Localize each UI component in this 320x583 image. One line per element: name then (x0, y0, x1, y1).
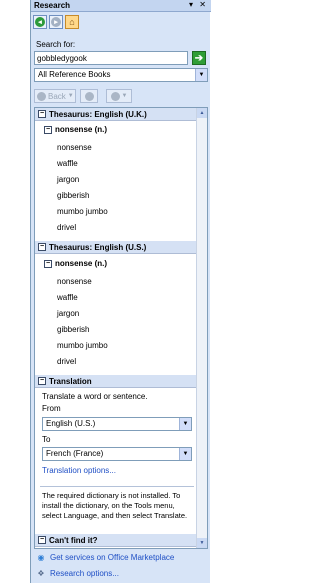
dictionary-not-installed-note: The required dictionary is not installed… (42, 491, 188, 520)
results-toolbar: Back ▼ ▼ (34, 88, 132, 104)
chevron-down-icon: ▼ (179, 418, 191, 430)
results-back-button[interactable]: Back ▼ (34, 89, 76, 103)
back-arrow-icon: ◂ (35, 17, 45, 27)
cant-find-title: Can't find it? (49, 535, 98, 545)
synonym-item[interactable]: drivel (57, 223, 76, 232)
collapse-icon[interactable]: − (38, 110, 46, 118)
search-label: Search for: (36, 40, 76, 49)
synonym-item[interactable]: jargon (57, 175, 79, 184)
to-label: To (42, 435, 51, 444)
scroll-down-icon[interactable]: ▼ (197, 538, 207, 548)
synonym-item[interactable]: waffle (57, 159, 78, 168)
home-icon: ⌂ (69, 17, 75, 27)
thesaurus-us-headword[interactable]: − nonsense (n.) (44, 259, 107, 268)
research-pane: Research ▾ ✕ ◂ ▸ ⌂ Search for: ➔ All Ref… (30, 0, 211, 583)
synonym-item[interactable]: mumbo jumbo (57, 207, 108, 216)
thesaurus-us-header[interactable]: − Thesaurus: English (U.S.) (35, 241, 197, 254)
research-options-row[interactable]: ❖ Research options... (36, 568, 119, 578)
from-label: From (42, 404, 61, 413)
translate-from-select[interactable]: English (U.S.) ▼ (42, 417, 192, 431)
back-arrow-icon (37, 91, 46, 101)
start-searching-button[interactable]: ➔ (192, 51, 206, 65)
pane-title: Research (34, 1, 71, 10)
translation-title: Translation (49, 376, 92, 386)
go-arrow-icon: ➔ (194, 52, 204, 64)
results-panel: − Thesaurus: English (U.K.) − nonsense (… (34, 107, 208, 549)
translation-header[interactable]: − Translation (35, 375, 197, 388)
pane-menu-close-icons[interactable]: ▾ ✕ (189, 0, 208, 9)
thesaurus-uk-headword[interactable]: − nonsense (n.) (44, 125, 107, 134)
translate-to-value: French (France) (46, 449, 104, 458)
research-options-link[interactable]: Research options... (50, 569, 119, 578)
expand-icon[interactable]: − (38, 536, 46, 544)
synonym-item[interactable]: waffle (57, 293, 78, 302)
synonym-item[interactable]: gibberish (57, 325, 89, 334)
divider (40, 486, 194, 487)
collapse-icon[interactable]: − (38, 377, 46, 385)
synonym-item[interactable]: gibberish (57, 191, 89, 200)
synonym-item[interactable]: jargon (57, 309, 79, 318)
marketplace-link-row[interactable]: ◉ Get services on Office Marketplace (36, 552, 175, 562)
nav-forward-button[interactable]: ▸ (49, 15, 63, 29)
forward-arrow-icon (84, 91, 94, 101)
reference-source-value: All Reference Books (38, 70, 111, 79)
collapse-icon[interactable]: − (44, 125, 52, 134)
chevron-down-icon: ▼ (67, 93, 74, 99)
translate-to-select[interactable]: French (France) ▼ (42, 447, 192, 461)
collapse-icon[interactable]: − (44, 259, 52, 268)
translate-from-value: English (U.S.) (46, 419, 96, 428)
thesaurus-uk-header[interactable]: − Thesaurus: English (U.K.) (35, 108, 197, 121)
thesaurus-uk-title: Thesaurus: English (U.K.) (49, 109, 147, 119)
synonym-item[interactable]: mumbo jumbo (57, 341, 108, 350)
search-input[interactable] (34, 51, 188, 65)
forward-arrow-icon: ▸ (51, 17, 61, 27)
synonym-item[interactable]: nonsense (57, 143, 92, 152)
translation-options-link[interactable]: Translation options... (42, 466, 116, 475)
results-options-button[interactable]: ▼ (106, 89, 132, 103)
scroll-up-icon[interactable]: ▲ (197, 108, 207, 118)
reference-source-select[interactable]: All Reference Books ▼ (34, 68, 208, 82)
headword-label: nonsense (n.) (55, 125, 108, 134)
thesaurus-us-title: Thesaurus: English (U.S.) (49, 242, 147, 252)
cant-find-header[interactable]: − Can't find it? (35, 534, 197, 547)
results-scrollbar[interactable]: ▲ ▼ (196, 108, 207, 548)
results-forward-button[interactable] (80, 89, 98, 103)
translation-instruction: Translate a word or sentence. (42, 392, 148, 401)
office-marketplace-icon: ◉ (37, 552, 45, 562)
pane-titlebar: Research ▾ ✕ (31, 0, 211, 12)
nav-back-button[interactable]: ◂ (33, 15, 47, 29)
options-icon (110, 91, 120, 101)
synonym-item[interactable]: drivel (57, 357, 76, 366)
marketplace-link[interactable]: Get services on Office Marketplace (50, 553, 174, 562)
chevron-down-icon: ▼ (121, 93, 128, 99)
nav-home-button[interactable]: ⌂ (65, 15, 79, 29)
pane-nav: ◂ ▸ ⌂ (33, 15, 79, 29)
collapse-icon[interactable]: − (38, 243, 46, 251)
headword-label: nonsense (n.) (55, 259, 108, 268)
synonym-item[interactable]: nonsense (57, 277, 92, 286)
results-back-label: Back (48, 91, 66, 101)
research-options-icon: ❖ (37, 568, 45, 578)
chevron-down-icon: ▼ (195, 69, 207, 81)
chevron-down-icon: ▼ (179, 448, 191, 460)
